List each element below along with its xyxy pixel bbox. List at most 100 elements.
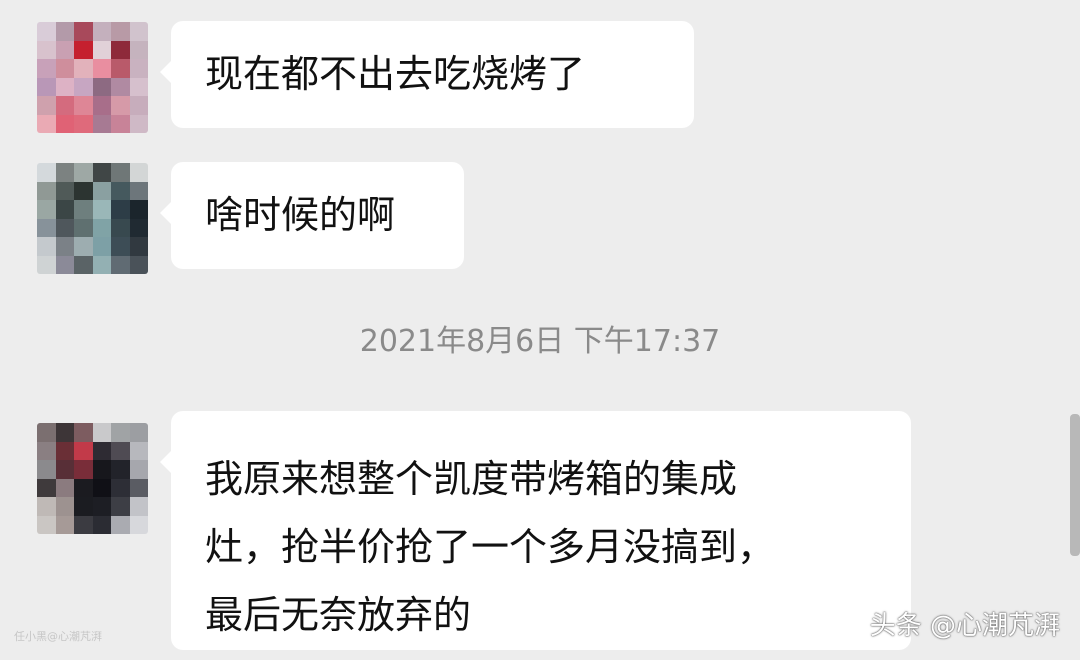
avatar-pixel: [37, 515, 56, 534]
avatar-pixel: [92, 59, 111, 78]
avatar-pixel: [55, 96, 74, 115]
avatar-pixel: [37, 22, 56, 41]
avatar-pixel: [111, 441, 130, 460]
message-text-line: 我原来想整个凯度带烤箱的集成: [205, 457, 738, 501]
avatar-pixel: [37, 218, 56, 237]
avatar-pixel: [111, 163, 130, 182]
avatar-pixel: [92, 22, 111, 41]
avatar-pixel: [129, 22, 148, 41]
avatar-contact-1[interactable]: [37, 22, 148, 133]
avatar-pixel: [92, 163, 111, 182]
avatar-pixel: [129, 163, 148, 182]
avatar-pixel: [129, 181, 148, 200]
avatar-contact-2[interactable]: [37, 163, 148, 274]
avatar-pixel: [74, 200, 93, 219]
avatar-pixel: [37, 40, 56, 59]
avatar-pixel: [111, 460, 130, 479]
avatar-pixel: [129, 200, 148, 219]
avatar-pixel: [55, 114, 74, 133]
avatar-pixel: [74, 478, 93, 497]
avatar-pixel: [111, 423, 130, 442]
avatar-pixel: [92, 40, 111, 59]
avatar-pixel: [55, 515, 74, 534]
avatar-pixel: [74, 77, 93, 96]
avatar-pixel: [92, 96, 111, 115]
avatar-pixel: [55, 77, 74, 96]
avatar-pixel: [92, 423, 111, 442]
avatar-pixel: [74, 22, 93, 41]
scrollbar[interactable]: [1070, 414, 1080, 556]
avatar-pixel: [111, 59, 130, 78]
avatar-pixel: [129, 96, 148, 115]
avatar-pixel: [37, 114, 56, 133]
avatar-pixel: [129, 478, 148, 497]
avatar-pixel: [111, 255, 130, 274]
avatar-pixel: [74, 497, 93, 516]
avatar-pixel: [129, 40, 148, 59]
avatar-pixel: [92, 478, 111, 497]
message-text-line: 最后无奈放弃的: [205, 593, 472, 637]
avatar-pixel: [74, 423, 93, 442]
avatar-pixel: [111, 478, 130, 497]
avatar-pixel: [92, 460, 111, 479]
message-bubble[interactable]: 我原来想整个凯度带烤箱的集成 灶，抢半价抢了一个多月没搞到， 最后无奈放弃的: [160, 411, 911, 650]
avatar-pixel: [37, 96, 56, 115]
avatar-pixel: [92, 441, 111, 460]
avatar-pixel: [37, 497, 56, 516]
avatar-pixel: [111, 237, 130, 256]
avatar-pixel: [55, 497, 74, 516]
avatar-pixel: [111, 40, 130, 59]
avatar-pixel: [92, 181, 111, 200]
avatar-pixel: [92, 515, 111, 534]
avatar-pixel: [74, 441, 93, 460]
avatar-pixel: [37, 423, 56, 442]
avatar-pixel: [37, 200, 56, 219]
avatar-pixel: [55, 237, 74, 256]
avatar-pixel: [37, 181, 56, 200]
avatar-pixel: [92, 218, 111, 237]
avatar-contact-3[interactable]: [37, 423, 148, 534]
avatar-pixel: [92, 255, 111, 274]
avatar-pixel: [55, 40, 74, 59]
avatar-pixel: [129, 77, 148, 96]
avatar-pixel: [74, 237, 93, 256]
avatar-pixel: [74, 96, 93, 115]
avatar-pixel: [111, 181, 130, 200]
avatar-pixel: [55, 181, 74, 200]
message-bubble[interactable]: 现在都不出去吃烧烤了: [160, 21, 694, 128]
avatar-pixel: [55, 423, 74, 442]
avatar-pixel: [129, 218, 148, 237]
avatar-pixel: [55, 255, 74, 274]
avatar-pixel: [74, 255, 93, 274]
avatar-pixel: [74, 59, 93, 78]
avatar-pixel: [55, 163, 74, 182]
avatar-pixel: [37, 237, 56, 256]
timestamp-divider: 2021年8月6日 下午17:37: [359, 324, 721, 359]
watermark-left: 任小黑@心潮芃湃: [14, 630, 102, 643]
avatar-pixel: [55, 460, 74, 479]
avatar-pixel: [111, 114, 130, 133]
avatar-pixel: [55, 218, 74, 237]
avatar-pixel: [129, 460, 148, 479]
avatar-pixel: [55, 441, 74, 460]
message-text-line: 灶，抢半价抢了一个多月没搞到，: [205, 525, 776, 569]
avatar-pixel: [129, 497, 148, 516]
avatar-pixel: [92, 114, 111, 133]
message-bubble[interactable]: 啥时候的啊: [160, 162, 464, 269]
avatar-pixel: [74, 460, 93, 479]
avatar-pixel: [74, 218, 93, 237]
avatar-pixel: [55, 59, 74, 78]
avatar-pixel: [55, 478, 74, 497]
avatar-pixel: [129, 237, 148, 256]
avatar-pixel: [129, 255, 148, 274]
avatar-pixel: [129, 441, 148, 460]
avatar-pixel: [37, 255, 56, 274]
message-text: 现在都不出去吃烧烤了: [205, 52, 586, 96]
avatar-pixel: [74, 40, 93, 59]
message-text: 啥时候的啊: [205, 193, 396, 237]
avatar-pixel: [55, 200, 74, 219]
avatar-pixel: [74, 114, 93, 133]
avatar-pixel: [129, 515, 148, 534]
avatar-pixel: [111, 96, 130, 115]
avatar-pixel: [74, 163, 93, 182]
